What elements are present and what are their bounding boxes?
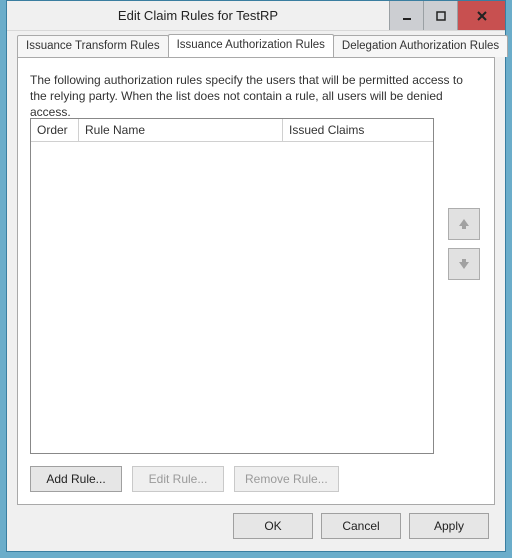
dialog-button-row: OK Cancel Apply: [233, 513, 489, 539]
tab-panel: The following authorization rules specif…: [17, 57, 495, 505]
maximize-button[interactable]: [423, 1, 457, 30]
window-title: Edit Claim Rules for TestRP: [7, 1, 389, 30]
add-rule-button[interactable]: Add Rule...: [30, 466, 122, 492]
tab-issuance-authorization[interactable]: Issuance Authorization Rules: [168, 34, 334, 57]
rule-button-row: Add Rule... Edit Rule... Remove Rule...: [30, 466, 339, 492]
dialog-window: Edit Claim Rules for TestRP Issuance Tra…: [6, 0, 506, 552]
rules-list[interactable]: Order Rule Name Issued Claims: [30, 118, 434, 454]
list-body[interactable]: [31, 143, 433, 453]
apply-button[interactable]: Apply: [409, 513, 489, 539]
tab-delegation-authorization[interactable]: Delegation Authorization Rules: [333, 35, 508, 57]
move-up-button[interactable]: [448, 208, 480, 240]
minimize-button[interactable]: [389, 1, 423, 30]
move-down-button[interactable]: [448, 248, 480, 280]
window-controls: [389, 1, 505, 30]
tab-issuance-transform[interactable]: Issuance Transform Rules: [17, 35, 169, 57]
client-area: Issuance Transform Rules Issuance Author…: [17, 35, 495, 505]
title-bar[interactable]: Edit Claim Rules for TestRP: [7, 1, 505, 31]
edit-rule-button[interactable]: Edit Rule...: [132, 466, 224, 492]
close-button[interactable]: [457, 1, 505, 30]
ok-button[interactable]: OK: [233, 513, 313, 539]
column-rule-name[interactable]: Rule Name: [79, 119, 283, 141]
arrow-down-icon: [456, 256, 472, 272]
remove-rule-button[interactable]: Remove Rule...: [234, 466, 339, 492]
arrow-up-icon: [456, 216, 472, 232]
cancel-button[interactable]: Cancel: [321, 513, 401, 539]
panel-description: The following authorization rules specif…: [30, 72, 482, 121]
column-order[interactable]: Order: [31, 119, 79, 141]
list-header: Order Rule Name Issued Claims: [31, 119, 433, 142]
tab-strip: Issuance Transform Rules Issuance Author…: [17, 35, 495, 57]
reorder-buttons: [448, 208, 480, 288]
column-issued-claims[interactable]: Issued Claims: [283, 119, 433, 141]
